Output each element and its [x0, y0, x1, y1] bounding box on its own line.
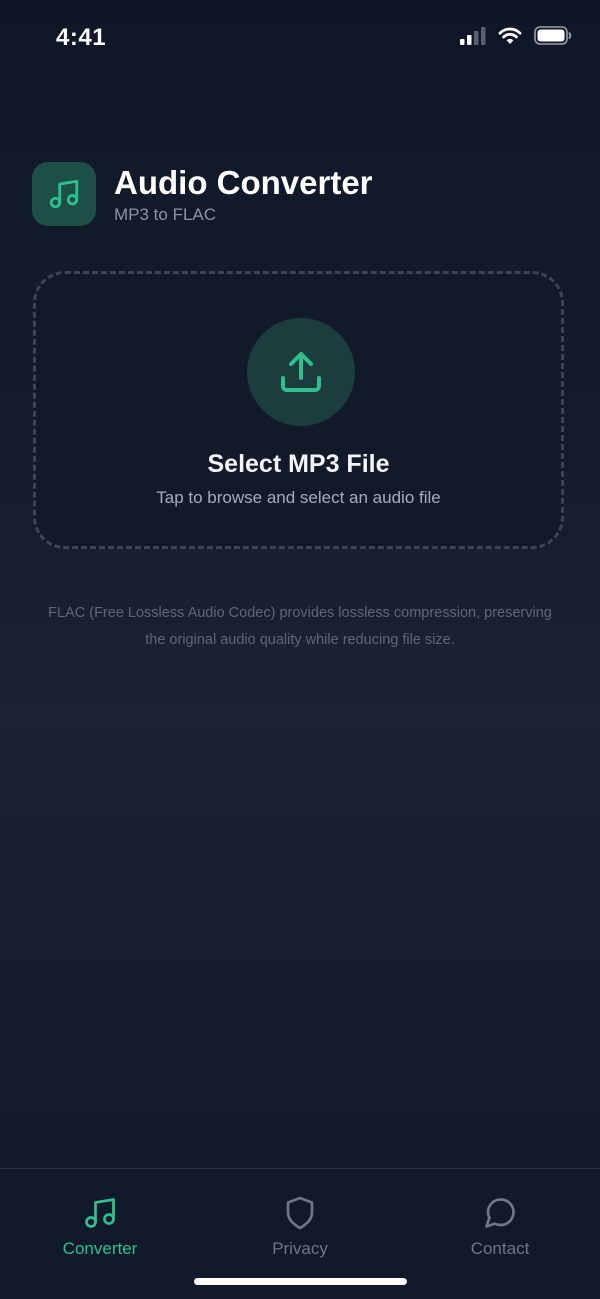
status-time: 4:41: [56, 24, 107, 51]
wifi-icon: [498, 27, 522, 44]
status-bar: 4:41: [0, 0, 600, 80]
app-header: Audio Converter MP3 to FLAC: [32, 162, 373, 226]
app-logo: [32, 162, 96, 226]
tab-label: Privacy: [272, 1239, 328, 1258]
app-subtitle: MP3 to FLAC: [114, 205, 217, 224]
header-text: Audio Converter MP3 to FLAC: [114, 163, 373, 225]
dropzone-subtitle: Tap to browse and select an audio file: [156, 488, 441, 507]
tab-converter[interactable]: Converter: [0, 1195, 200, 1259]
tab-label: Converter: [62, 1239, 138, 1258]
music-note-icon: [49, 179, 79, 209]
select-file-dropzone[interactable]: Select MP3 File Tap to browse and select…: [33, 271, 564, 549]
chat-bubble-icon: [485, 1198, 515, 1228]
tab-label: Contact: [470, 1239, 530, 1258]
tab-privacy[interactable]: Privacy: [200, 1195, 400, 1259]
home-indicator[interactable]: [194, 1278, 407, 1285]
battery-icon: [534, 26, 572, 45]
flac-info-text: FLAC (Free Lossless Audio Codec) provide…: [48, 605, 552, 648]
status-icons: [460, 26, 572, 45]
dropzone-title: Select MP3 File: [207, 450, 390, 478]
music-note-icon: [85, 1198, 115, 1228]
upload-icon: [281, 352, 321, 392]
shield-icon: [286, 1196, 314, 1230]
app-title: Audio Converter: [114, 164, 373, 201]
upload-button[interactable]: [247, 318, 355, 426]
cellular-signal-icon: [460, 26, 486, 45]
tab-contact[interactable]: Contact: [400, 1195, 600, 1259]
